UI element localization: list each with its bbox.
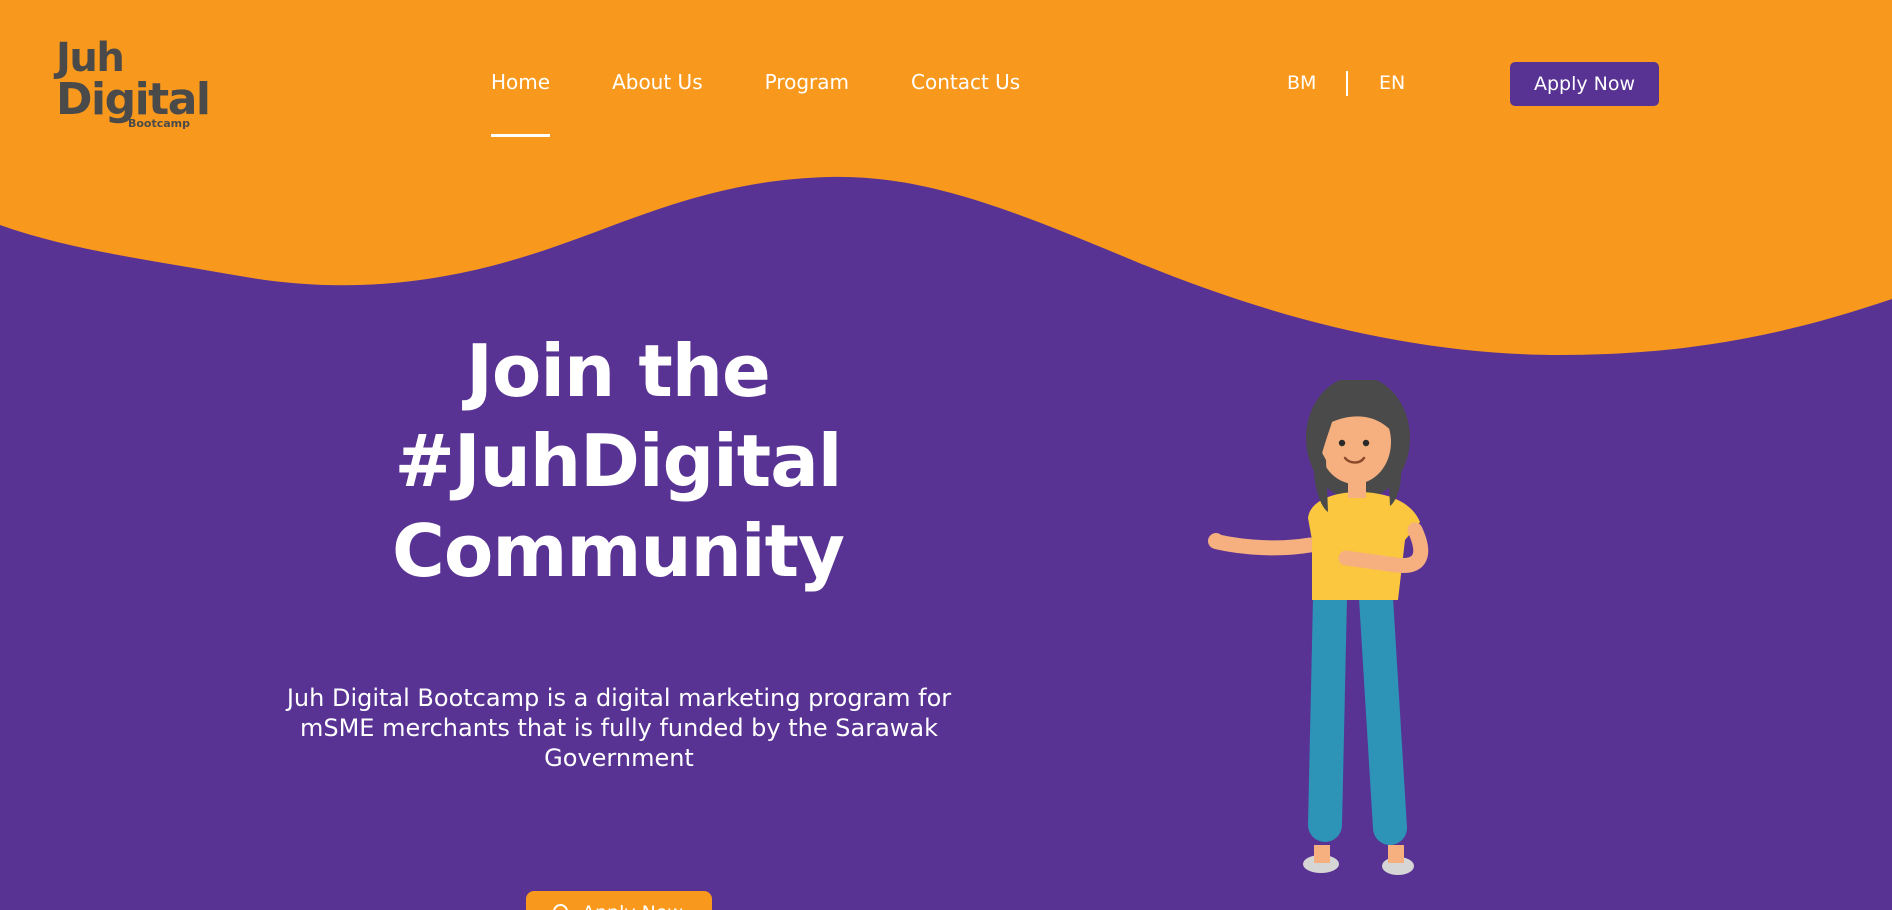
nav-item-about-us[interactable]: About Us: [612, 70, 703, 94]
hero-apply-now-button[interactable]: Apply Now: [526, 891, 712, 910]
logo-text-juh: Juh: [56, 35, 125, 81]
orange-wave-background: [0, 0, 1892, 355]
nav-item-contact-us[interactable]: Contact Us: [911, 70, 1020, 94]
nav-item-program[interactable]: Program: [765, 70, 849, 94]
language-en-link[interactable]: EN: [1379, 72, 1405, 94]
hero-description: Juh Digital Bootcamp is a digital market…: [286, 684, 952, 772]
woman-pointing-illustration: [1208, 380, 1429, 875]
search-icon: [552, 903, 572, 910]
language-divider: [1346, 71, 1348, 96]
hero-title-line-3: Community: [392, 509, 845, 593]
logo-text-digital: Digital: [56, 74, 211, 125]
language-bm-link[interactable]: BM: [1287, 72, 1316, 94]
juh-digital-logo[interactable]: Juh Digital Bootcamp: [56, 35, 211, 130]
main-navigation: Home About Us Program Contact Us: [491, 70, 1082, 137]
hero-title-line-1: Join the: [466, 329, 771, 413]
hero-title-line-2: #JuhDigital: [394, 419, 843, 503]
header-apply-now-button[interactable]: Apply Now: [1510, 62, 1659, 106]
hero-title: Join the #JuhDigital Community: [318, 326, 918, 596]
nav-item-home[interactable]: Home: [491, 70, 551, 137]
hero-apply-now-label: Apply Now: [582, 902, 683, 910]
